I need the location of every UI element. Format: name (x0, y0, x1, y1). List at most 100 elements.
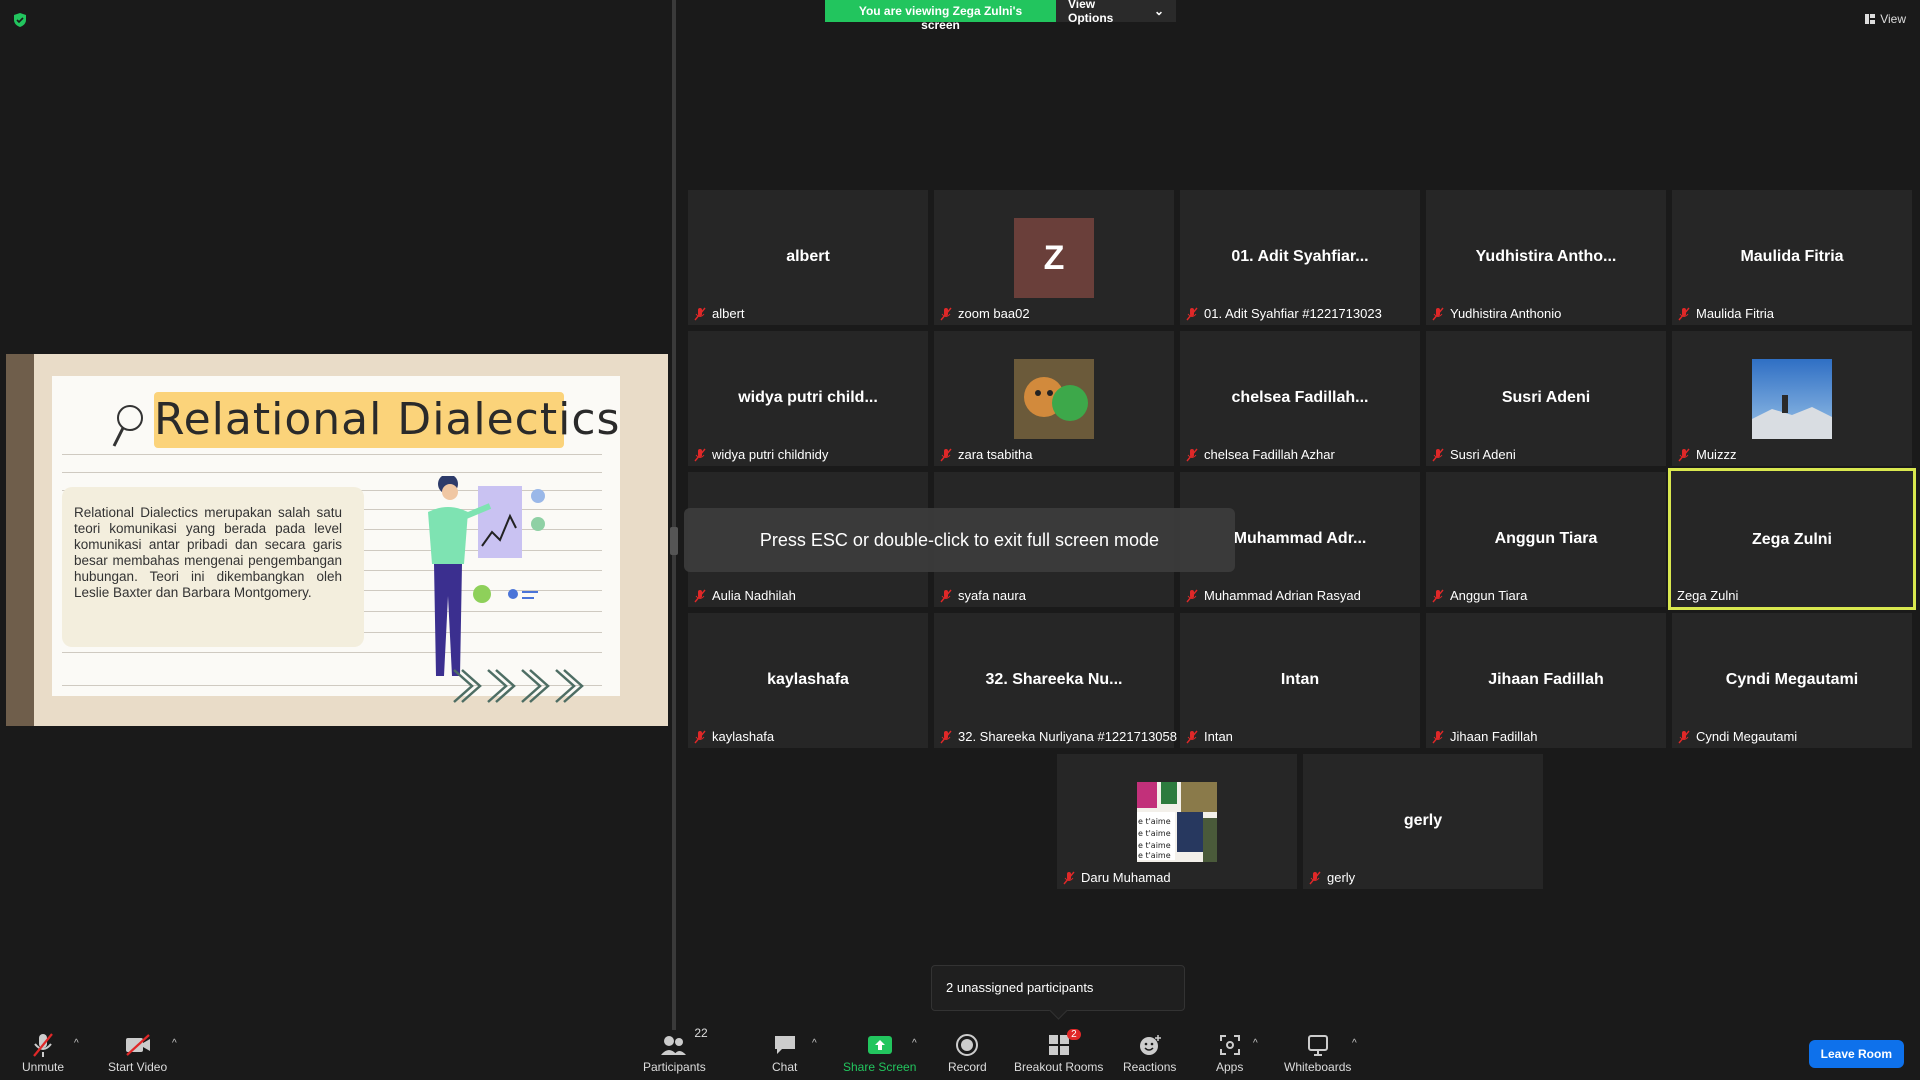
participant-label-text: kaylashafa (712, 729, 775, 744)
video-off-icon (125, 1034, 150, 1056)
apps-icon (1219, 1035, 1240, 1055)
participant-tile[interactable]: Intan Intan (1180, 613, 1420, 748)
participant-label-text: Cyndi Megautami (1696, 729, 1798, 744)
svg-text:e t'aime: e t'aime (1138, 851, 1171, 860)
view-label: View (1880, 12, 1906, 26)
participant-label: zara tsabitha (940, 447, 1032, 462)
muted-microphone-icon (33, 1033, 53, 1057)
participant-tile[interactable]: Cyndi Megautami Cyndi Megautami (1672, 613, 1912, 748)
slide-body-text: Relational Dialectics merupakan salah sa… (62, 487, 364, 647)
participant-tile[interactable]: Jihaan Fadillah Jihaan Fadillah (1426, 613, 1666, 748)
chat-options-caret-icon[interactable]: ^ (812, 1038, 817, 1049)
share-screen-button[interactable]: Share Screen (843, 1032, 916, 1074)
svg-text:e t'aime: e t'aime (1138, 829, 1171, 838)
unmute-button[interactable]: Unmute (22, 1032, 64, 1074)
participant-label: albert (694, 306, 745, 321)
apps-options-caret-icon[interactable]: ^ (1253, 1038, 1258, 1049)
split-divider[interactable] (672, 0, 676, 1030)
participant-tile[interactable]: kaylashafa kaylashafa (688, 613, 928, 748)
view-button[interactable]: View (1865, 12, 1906, 26)
muted-mic-icon (940, 307, 952, 320)
participant-label: Cyndi Megautami (1678, 729, 1797, 744)
participant-label: Muhammad Adrian Rasyad (1186, 588, 1361, 603)
shield-icon[interactable] (12, 12, 28, 28)
muted-mic-icon (1432, 307, 1444, 320)
participant-label-text: Anggun Tiara (1450, 588, 1528, 603)
participant-tile[interactable]: Yudhistira Antho... Yudhistira Anthonio (1426, 190, 1666, 325)
whiteboards-label: Whiteboards (1284, 1060, 1352, 1074)
participant-display-name: 01. Adit Syahfiar... (1231, 248, 1369, 265)
muted-mic-icon (940, 448, 952, 461)
muted-mic-icon (1678, 307, 1690, 320)
muted-mic-icon (1186, 448, 1198, 461)
participant-display-name: Yudhistira Antho... (1475, 248, 1617, 265)
participant-tile[interactable]: Anggun Tiara Anggun Tiara (1426, 472, 1666, 607)
slide-title: Relational Dialectics (154, 394, 621, 445)
muted-mic-icon (1432, 589, 1444, 602)
start-video-button[interactable]: Start Video (108, 1032, 167, 1074)
share-options-caret-icon[interactable]: ^ (912, 1038, 917, 1049)
video-options-caret-icon[interactable]: ^ (172, 1038, 177, 1049)
whiteboards-button[interactable]: Whiteboards (1284, 1032, 1351, 1074)
avatar: Z (1014, 218, 1094, 298)
view-options-button[interactable]: View Options ⌄ (1056, 0, 1176, 25)
muted-mic-icon (940, 589, 952, 602)
muted-mic-icon (1309, 871, 1321, 884)
smiley-icon (1139, 1035, 1161, 1055)
presenter-illustration (428, 476, 545, 676)
reactions-button[interactable]: Reactions (1123, 1032, 1176, 1074)
participant-label-text: albert (712, 306, 745, 321)
zoom-meeting-window: You are viewing Zega Zulni's screen View… (0, 0, 1920, 1080)
breakout-badge: 2 (1067, 1029, 1081, 1040)
participant-label-text: Zega Zulni (1677, 588, 1739, 603)
chevron-down-icon: ⌄ (1153, 4, 1164, 18)
active-participant-tile[interactable]: Zega Zulni Zega Zulni (1668, 468, 1916, 610)
participant-label: Aulia Nadhilah (694, 588, 796, 603)
participant-tile[interactable]: Susri Adeni Susri Adeni (1426, 331, 1666, 466)
participant-label-text: Yudhistira Anthonio (1450, 306, 1562, 321)
unassigned-participants-popup[interactable]: 2 unassigned participants (931, 965, 1185, 1011)
viewing-screen-label: You are viewing Zega Zulni's screen (825, 0, 1056, 32)
participant-display-name: Jihaan Fadillah (1488, 671, 1604, 688)
participant-tile[interactable]: Maulida Fitria Maulida Fitria (1672, 190, 1912, 325)
participant-tile[interactable]: chelsea Fadillah... chelsea Fadillah Azh… (1180, 331, 1420, 466)
magnifier-icon (112, 405, 143, 447)
participants-button[interactable]: 22 Participants (643, 1026, 708, 1074)
chevron-row-decoration (450, 666, 600, 706)
participant-label: Yudhistira Anthonio (1432, 306, 1561, 321)
breakout-rooms-button[interactable]: 2 Breakout Rooms (1014, 1029, 1103, 1074)
muted-mic-icon (694, 589, 706, 602)
participant-display-name: Maulida Fitria (1740, 248, 1844, 265)
participant-label: gerly (1309, 870, 1355, 885)
participant-tile[interactable]: Z zoom baa02 (934, 190, 1174, 325)
record-icon (956, 1034, 979, 1056)
participant-tile[interactable]: 01. Adit Syahfiar... 01. Adit Syahfiar #… (1180, 190, 1420, 325)
chat-button[interactable]: Chat (772, 1032, 797, 1074)
participant-label: Jihaan Fadillah (1432, 729, 1537, 744)
divider-drag-handle[interactable] (670, 527, 678, 555)
whiteboard-options-caret-icon[interactable]: ^ (1352, 1038, 1357, 1049)
participant-tile[interactable]: Muizzz (1672, 331, 1912, 466)
apps-button[interactable]: Apps (1216, 1032, 1243, 1074)
participant-display-name: Zega Zulni (1752, 531, 1832, 548)
participant-tile[interactable]: albert albert (688, 190, 928, 325)
slide-binder (6, 354, 34, 726)
participant-tile[interactable]: zara tsabitha (934, 331, 1174, 466)
record-label: Record (948, 1060, 987, 1074)
svg-text:e t'aime: e t'aime (1138, 841, 1171, 850)
audio-options-caret-icon[interactable]: ^ (74, 1038, 79, 1049)
start-video-label: Start Video (108, 1060, 168, 1074)
participant-display-name: kaylashafa (767, 671, 849, 688)
participant-label: kaylashafa (694, 729, 774, 744)
participant-label-text: zara tsabitha (958, 447, 1033, 462)
participant-label: Intan (1186, 729, 1233, 744)
participant-tile[interactable]: widya putri child... widya putri childni… (688, 331, 928, 466)
record-button[interactable]: Record (948, 1032, 987, 1074)
participants-icon (661, 1036, 687, 1055)
participant-tile[interactable]: gerly gerly (1303, 754, 1543, 889)
muted-mic-icon (1432, 448, 1444, 461)
participant-tile[interactable]: e t'aime e t'aime e t'aime e t'aime Daru Mu… (1057, 754, 1297, 889)
participant-tile[interactable]: 32. Shareeka Nu... 32. Shareeka Nurliyan… (934, 613, 1177, 748)
leave-room-button[interactable]: Leave Room (1808, 1040, 1904, 1068)
fullscreen-exit-hint: Press ESC or double-click to exit full s… (684, 508, 1235, 572)
